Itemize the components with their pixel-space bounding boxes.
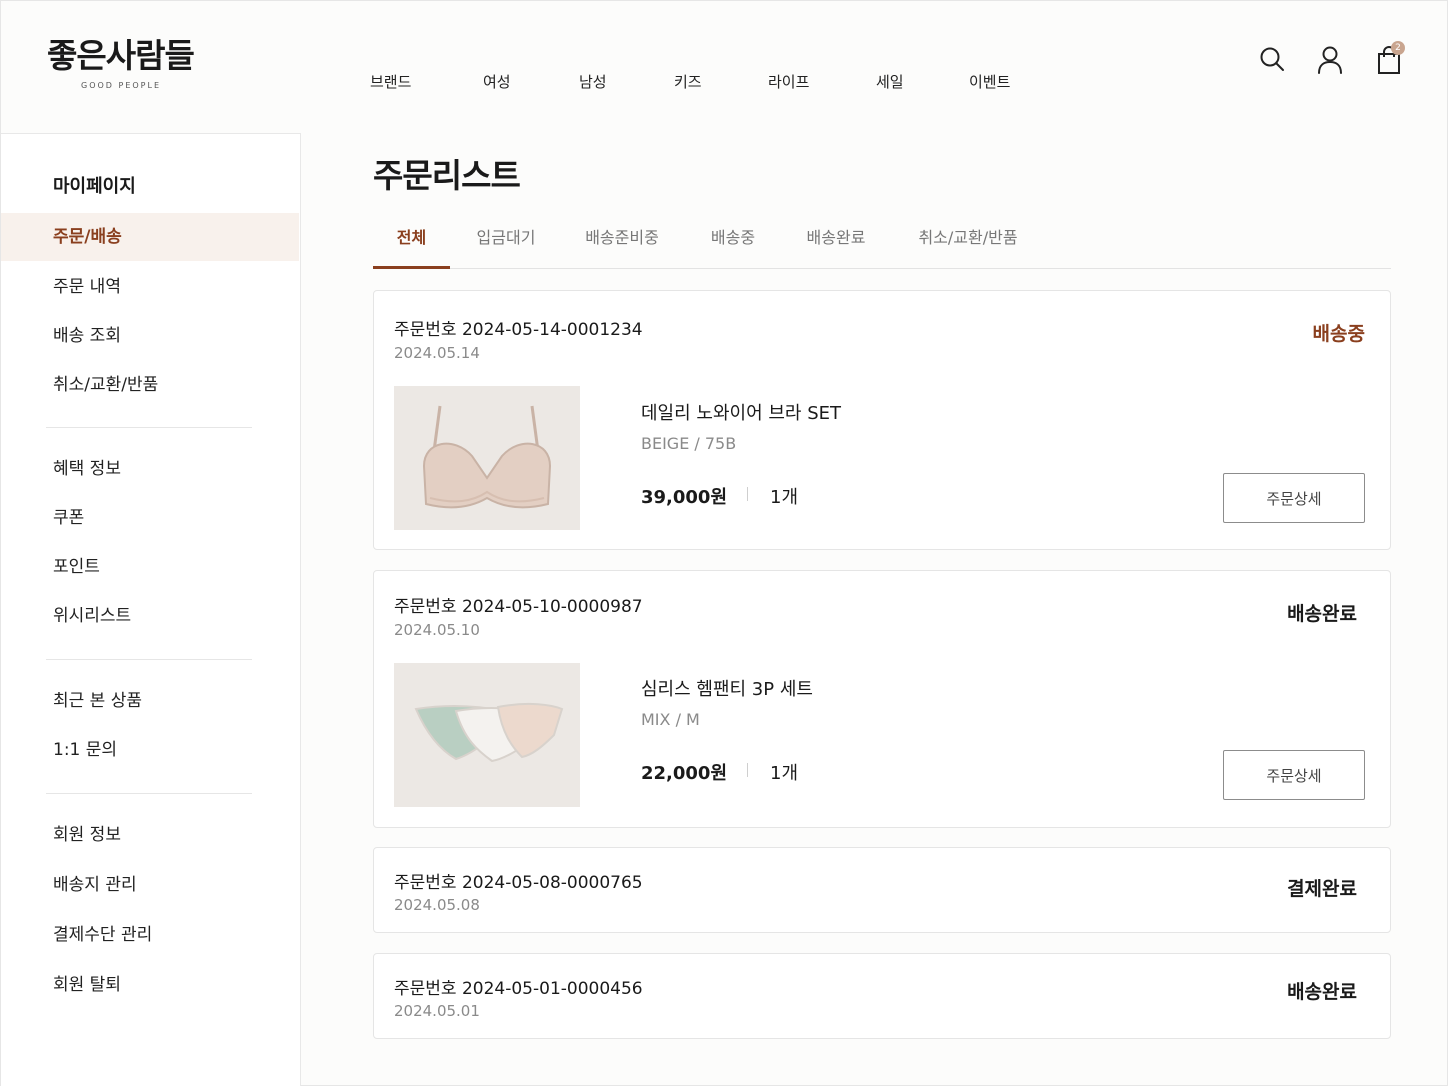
order-date: 2024.05.08 bbox=[394, 896, 480, 914]
tab-awaiting-payment[interactable]: 입금대기 bbox=[471, 217, 541, 269]
sidebar-item-recently-viewed[interactable]: 최근 본 상품 bbox=[1, 677, 299, 725]
order-card: 주문번호 2024-05-10-0000987 2024.05.10 배송완료 … bbox=[373, 570, 1391, 828]
tab-shipping[interactable]: 배송중 bbox=[703, 217, 763, 269]
sidebar-divider bbox=[46, 659, 252, 660]
nav-item-kids[interactable]: 키즈 bbox=[674, 71, 702, 92]
product-image-bra[interactable] bbox=[394, 386, 580, 530]
sidebar-item-order-history[interactable]: 주문 내역 bbox=[1, 263, 299, 311]
page-frame: 좋은사람들 GOOD PEOPLE 브랜드 여성 남성 키즈 라이프 세일 이벤… bbox=[0, 0, 1448, 1086]
nav-item-sale[interactable]: 세일 bbox=[876, 71, 904, 92]
tab-delivered[interactable]: 배송완료 bbox=[801, 217, 871, 269]
nav-item-life[interactable]: 라이프 bbox=[768, 71, 809, 92]
product-quantity: 1개 bbox=[770, 487, 799, 508]
price-qty-separator bbox=[747, 487, 748, 501]
product-quantity: 1개 bbox=[770, 763, 799, 784]
sidebar-item-payment-methods[interactable]: 결제수단 관리 bbox=[1, 911, 299, 959]
nav-item-women[interactable]: 여성 bbox=[483, 71, 511, 92]
price-qty-separator bbox=[747, 763, 748, 777]
product-option: BEIGE / 75B bbox=[641, 434, 737, 453]
order-card[interactable]: 주문번호 2024-05-01-0000456 2024.05.01 배송완료 bbox=[373, 953, 1391, 1039]
brand-logo[interactable]: 좋은사람들 GOOD PEOPLE bbox=[47, 29, 197, 90]
order-number: 주문번호 2024-05-14-0001234 bbox=[394, 320, 643, 340]
sidebar-item-inquiry[interactable]: 1:1 문의 bbox=[1, 726, 299, 774]
order-date: 2024.05.01 bbox=[394, 1002, 480, 1020]
sidebar-title: 마이페이지 bbox=[53, 176, 136, 197]
brand-logo-text: 좋은사람들 bbox=[47, 36, 195, 75]
product-name[interactable]: 데일리 노와이어 브라 SET bbox=[641, 399, 841, 425]
cart-count-badge: 2 bbox=[1391, 41, 1405, 55]
sidebar-item-points[interactable]: 포인트 bbox=[1, 543, 299, 591]
product-option: MIX / M bbox=[641, 710, 700, 729]
brand-logo-subtitle: GOOD PEOPLE bbox=[81, 81, 162, 90]
order-status-tabs: 전체 입금대기 배송준비중 배송중 배송완료 취소/교환/반품 bbox=[373, 217, 1391, 269]
product-price: 39,000원 bbox=[641, 487, 728, 508]
sidebar-item-member-info[interactable]: 회원 정보 bbox=[1, 811, 299, 859]
order-status-badge: 결제완료 bbox=[1287, 878, 1357, 900]
nav-item-brand[interactable]: 브랜드 bbox=[370, 71, 411, 92]
order-status-badge: 배송중 bbox=[1312, 323, 1365, 345]
sidebar-item-coupon[interactable]: 쿠폰 bbox=[1, 494, 299, 542]
order-card: 주문번호 2024-05-14-0001234 2024.05.14 배송중 데… bbox=[373, 290, 1391, 550]
product-image-panties[interactable] bbox=[394, 663, 580, 807]
order-card[interactable]: 주문번호 2024-05-08-0000765 2024.05.08 결제완료 bbox=[373, 847, 1391, 933]
product-name[interactable]: 심리스 헴팬티 3P 세트 bbox=[641, 675, 813, 701]
cart-icon[interactable]: 2 bbox=[1375, 41, 1405, 75]
order-date: 2024.05.14 bbox=[394, 344, 480, 362]
order-status-badge: 배송완료 bbox=[1287, 981, 1357, 1003]
sidebar-divider bbox=[46, 427, 252, 428]
order-detail-button[interactable]: 주문상세 bbox=[1223, 473, 1365, 523]
sidebar-item-benefits[interactable]: 혜택 정보 bbox=[1, 445, 299, 493]
sidebar-item-order-shipping[interactable]: 주문/배송 bbox=[1, 213, 299, 261]
order-number: 주문번호 2024-05-01-0000456 bbox=[394, 979, 643, 999]
tab-all[interactable]: 전체 bbox=[373, 217, 450, 269]
page-title: 주문리스트 bbox=[373, 156, 521, 195]
user-icon[interactable] bbox=[1316, 45, 1344, 75]
tab-cancel-exchange-return[interactable]: 취소/교환/반품 bbox=[911, 217, 1025, 269]
order-number: 주문번호 2024-05-10-0000987 bbox=[394, 597, 643, 617]
order-number: 주문번호 2024-05-08-0000765 bbox=[394, 873, 643, 893]
tab-preparing[interactable]: 배송준비중 bbox=[579, 217, 665, 269]
sidebar-item-wishlist[interactable]: 위시리스트 bbox=[1, 592, 299, 640]
order-date: 2024.05.10 bbox=[394, 621, 480, 639]
search-icon[interactable] bbox=[1258, 45, 1286, 73]
sidebar-item-returns[interactable]: 취소/교환/반품 bbox=[1, 361, 299, 409]
product-price: 22,000원 bbox=[641, 763, 728, 784]
nav-item-event[interactable]: 이벤트 bbox=[969, 71, 1010, 92]
order-detail-button[interactable]: 주문상세 bbox=[1223, 750, 1365, 800]
order-status-badge: 배송완료 bbox=[1287, 603, 1357, 625]
nav-item-men[interactable]: 남성 bbox=[579, 71, 607, 92]
sidebar-item-tracking[interactable]: 배송 조회 bbox=[1, 312, 299, 360]
mypage-sidebar: 마이페이지 주문/배송 주문 내역 배송 조회 취소/교환/반품 혜택 정보 쿠… bbox=[1, 133, 301, 1086]
sidebar-item-address-book[interactable]: 배송지 관리 bbox=[1, 861, 299, 909]
sidebar-divider bbox=[46, 793, 252, 794]
sidebar-item-withdraw[interactable]: 회원 탈퇴 bbox=[1, 961, 299, 1009]
